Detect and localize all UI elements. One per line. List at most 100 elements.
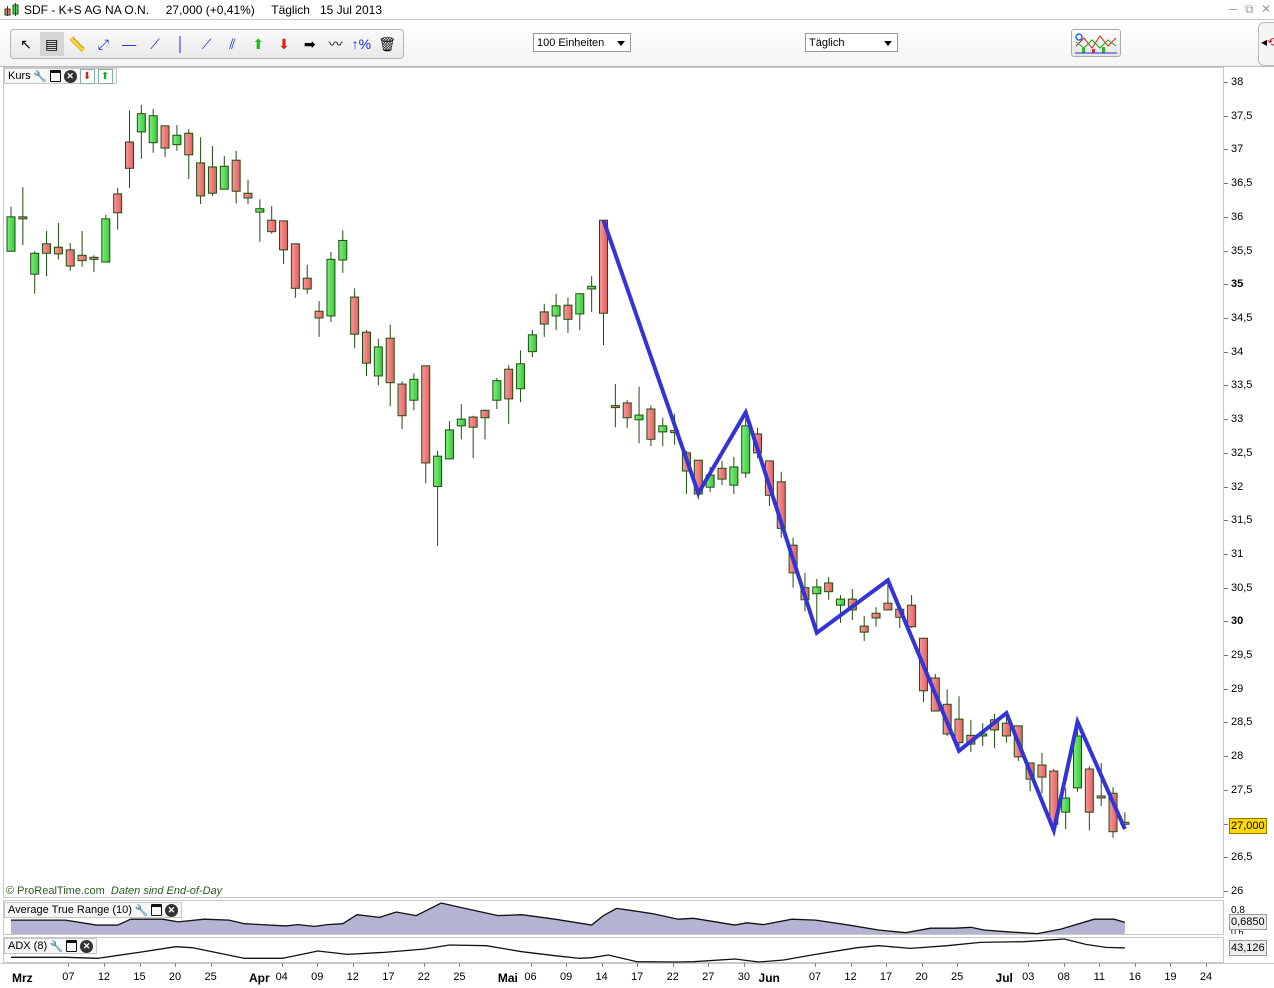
atr-label: Average True Range (10) — [8, 904, 132, 916]
price-tick — [1224, 385, 1228, 387]
day-label: 07 — [808, 971, 822, 983]
day-label: 15 — [133, 971, 146, 983]
date-tick — [921, 963, 923, 967]
day-label: 19 — [1164, 971, 1177, 983]
price-tick-label: 35,5 — [1231, 244, 1253, 257]
trash-tool[interactable]: 🗑 — [375, 32, 399, 56]
price-tick-label: 26,5 — [1231, 851, 1253, 864]
date-tick — [814, 963, 816, 967]
atr-value: 0,6850 — [1229, 914, 1267, 930]
price-tick-label: 33 — [1231, 413, 1244, 426]
half-line-tool[interactable]: ⟋ — [143, 32, 167, 56]
trash-icon: 🗑 — [378, 35, 397, 52]
close-panel-icon[interactable]: ✕ — [63, 69, 77, 83]
price-tick-label: 36,5 — [1231, 177, 1253, 190]
wrench-icon[interactable]: 🔧 — [135, 904, 149, 917]
side-panel-toggle[interactable]: ◂⟲ — [1258, 22, 1274, 66]
price-tick — [1224, 317, 1228, 319]
minimize-icon[interactable]: ─ — [1229, 2, 1238, 16]
day-label: 25 — [204, 971, 217, 983]
day-label: 11 — [1093, 971, 1106, 983]
day-label: 14 — [595, 971, 608, 983]
drawing-tools: ↖ ▤ 📏 ⤢ — ⟋ │ ⟋ ⫽ ⬆ ⬇ ➡ 〰 ↑% 🗑 — [10, 29, 404, 59]
price-tick-label: 26 — [1231, 885, 1244, 898]
price-tick — [1224, 688, 1228, 690]
price-tick — [1224, 587, 1228, 589]
window-icon[interactable] — [150, 904, 162, 916]
adx-panel[interactable] — [3, 937, 1224, 963]
price-tick — [1224, 621, 1228, 623]
wrench-icon[interactable]: 🔧 — [50, 940, 64, 953]
price-tick-label: 27,5 — [1231, 783, 1253, 796]
horizontal-line-icon: — — [122, 36, 137, 52]
date-tick — [743, 963, 745, 967]
trading-system-icon — [1075, 33, 1117, 54]
date-tick — [530, 963, 532, 967]
right-arrow-tool[interactable]: ➡ — [298, 32, 322, 56]
period-select-value: Täglich — [809, 37, 845, 49]
price-tick-label: 31 — [1231, 547, 1244, 560]
price-tick-label: 30 — [1231, 615, 1244, 628]
eod-note: Daten sind End-of-Day — [110, 885, 223, 897]
day-label: 24 — [1199, 971, 1213, 983]
price-tick — [1224, 655, 1228, 657]
day-label: 06 — [524, 971, 537, 983]
atr-panel[interactable] — [3, 900, 1224, 935]
trading-system-button[interactable] — [1071, 29, 1121, 57]
title-price: 27,000 (+0,41%) — [165, 3, 255, 17]
sell-arrow-icon: ⬇ — [278, 35, 290, 52]
price-chart-panel[interactable] — [3, 67, 1224, 898]
chevron-down-icon — [617, 41, 625, 46]
line-segment-tool[interactable]: ⤢ — [91, 32, 115, 56]
date-tick — [175, 963, 177, 967]
day-label: 20 — [168, 971, 182, 983]
chart-drawing-tool[interactable]: ▤ — [39, 32, 64, 56]
ruler-tool[interactable]: 📏 — [66, 32, 90, 56]
regression-tool[interactable]: 〰 — [324, 32, 348, 56]
date-tick — [601, 963, 603, 967]
close-panel-icon[interactable]: ✕ — [164, 903, 178, 917]
date-tick — [566, 963, 568, 967]
date-tick — [139, 963, 141, 967]
restore-icon[interactable]: ⧉ — [1245, 2, 1254, 17]
window-icon[interactable] — [49, 70, 61, 82]
horizontal-line-tool[interactable]: — — [117, 32, 141, 56]
price-tick-label: 38 — [1231, 76, 1244, 88]
close-panel-icon[interactable]: ✕ — [80, 939, 94, 953]
day-label: 25 — [951, 971, 964, 983]
move-up-icon[interactable]: ⬆ — [97, 68, 113, 84]
price-tick — [1224, 857, 1228, 859]
move-down-icon[interactable]: ⬇ — [79, 68, 95, 84]
units-select[interactable]: 100 Einheiten — [533, 33, 631, 52]
date-tick — [423, 963, 425, 967]
period-select[interactable]: Täglich — [805, 33, 898, 52]
parallel-channel-tool[interactable]: ⫽ — [220, 32, 244, 56]
trend-line-tool[interactable]: ⟋ — [195, 32, 219, 56]
percent-tool[interactable]: ↑% — [349, 32, 373, 56]
line-segment-icon: ⤢ — [97, 35, 109, 52]
price-tick — [1224, 520, 1228, 522]
pointer-tool[interactable]: ↖ — [14, 32, 38, 56]
sell-arrow-tool[interactable]: ⬇ — [272, 32, 296, 56]
date-tick — [103, 963, 105, 967]
price-tick-label: 35 — [1231, 278, 1244, 291]
price-tick — [1224, 250, 1228, 252]
wrench-icon[interactable]: 🔧 — [33, 70, 47, 83]
price-panel-label: Kurs — [8, 70, 31, 82]
window-icon[interactable] — [66, 940, 78, 952]
units-select-value: 100 Einheiten — [537, 37, 605, 49]
date-tick — [1170, 963, 1172, 967]
arrows-icon: ◂⟲ — [1261, 35, 1274, 49]
close-icon[interactable]: ✕ — [1261, 2, 1271, 16]
day-label: 30 — [737, 971, 750, 983]
window-title: SDF - K+S AG NA O.N. 27,000 (+0,41%) Täg… — [24, 3, 382, 17]
day-label: 20 — [915, 971, 928, 983]
vertical-line-tool[interactable]: │ — [169, 32, 193, 56]
buy-arrow-tool[interactable]: ⬆ — [246, 32, 270, 56]
price-tick-label: 28,5 — [1231, 716, 1253, 729]
candlestick-logo-icon — [4, 3, 19, 16]
price-tick — [1224, 82, 1228, 83]
title-period: Täglich — [271, 3, 310, 17]
price-tick-label: 28 — [1231, 750, 1244, 763]
title-date: 15 Jul 2013 — [319, 3, 382, 17]
